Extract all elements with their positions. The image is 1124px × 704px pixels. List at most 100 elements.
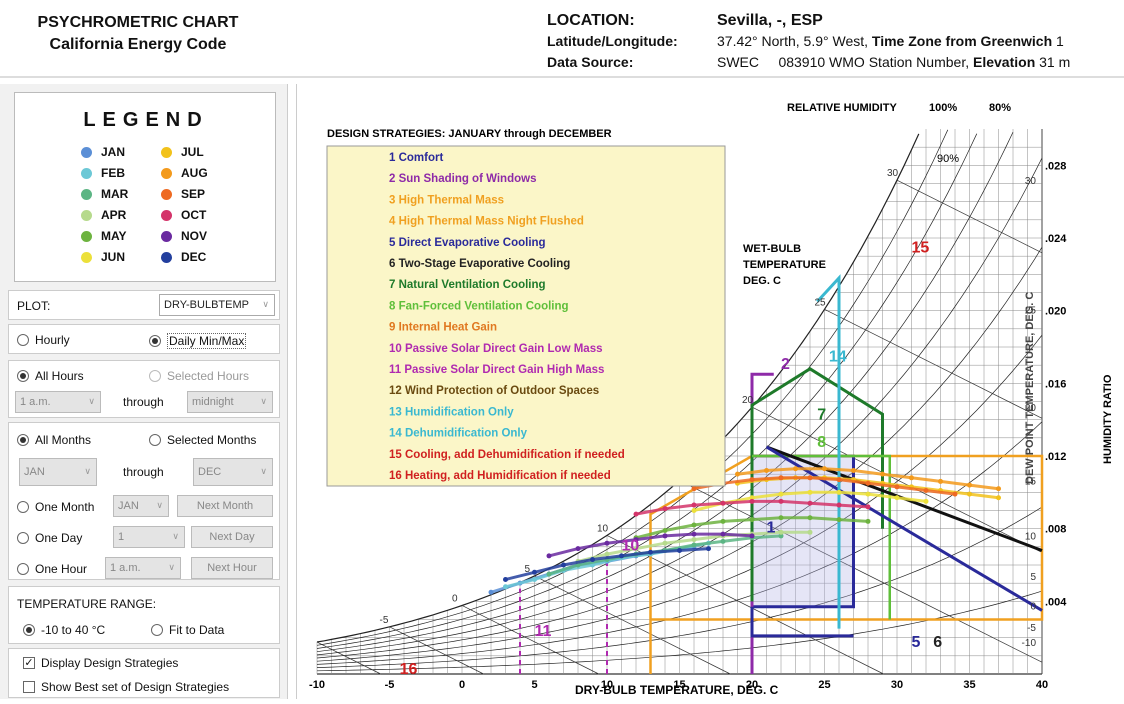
one-hour-radio[interactable]: One Hour: [17, 562, 87, 576]
selected-hours-label: Selected Hours: [167, 369, 250, 383]
zone-label-8: 8: [817, 434, 826, 451]
data-point-sep: [865, 480, 871, 486]
month-from-select[interactable]: JAN ∨: [19, 458, 97, 486]
next-hour-button[interactable]: Next Hour: [191, 557, 273, 579]
plot-select[interactable]: DRY-BULBTEMP ∨: [159, 294, 275, 316]
chart-area: -10 -5 0 5 10 15 20 25 30 35 40.004.008.012.016.02…: [296, 84, 1124, 699]
app-title: PSYCHROMETRIC CHART California Energy Co…: [8, 12, 268, 56]
radio-icon: [149, 434, 161, 446]
mode-panel: Hourly Daily Min/Max: [8, 324, 280, 354]
chevron-down-icon: ∨: [260, 466, 267, 476]
hour-from-select[interactable]: 1 a.m. ∨: [15, 391, 101, 413]
data-point-aug: [764, 468, 769, 474]
plot-label: PLOT:: [17, 299, 51, 313]
range-radio-2[interactable]: Fit to Data: [151, 623, 224, 637]
strategy-item: 2 Sun Shading of Windows: [389, 173, 536, 185]
data-point-oct: [749, 498, 755, 504]
legend-label: FEB: [101, 166, 125, 180]
data-point-apr: [778, 529, 784, 535]
latlon-value: 37.42° North, 5.9° West,: [717, 33, 869, 49]
location-info: LOCATION: Sevilla, -, ESP Latitude/Longi…: [547, 10, 1070, 73]
rh-label: RELATIVE HUMIDITY: [787, 102, 897, 114]
chevron-down-icon: ∨: [168, 562, 175, 572]
legend-label: JUL: [181, 145, 204, 159]
hour-to-value: midnight: [192, 396, 234, 408]
y-tick-label: .008: [1045, 524, 1066, 536]
month-to-select[interactable]: DEC ∨: [193, 458, 273, 486]
hourly-radio[interactable]: Hourly: [17, 333, 70, 347]
month-from-value: JAN: [24, 466, 45, 478]
strategy-item: 14 Dehumidification Only: [389, 428, 528, 440]
selected-hours-radio[interactable]: Selected Hours: [149, 369, 249, 383]
wet-bulb-line: [316, 641, 381, 675]
strategy-item: 3 High Thermal Mass: [389, 194, 504, 206]
data-point-jun: [836, 489, 842, 495]
dew-tick-label: 5: [1030, 572, 1036, 583]
strategy-item: 1 Comfort: [389, 152, 443, 164]
one-day-radio[interactable]: One Day: [17, 531, 82, 545]
strategy-item: 12 Wind Protection of Outdoor Spaces: [389, 385, 599, 397]
zone-label-16: 16: [400, 661, 418, 678]
one-hour-select[interactable]: 1 a.m. ∨: [105, 557, 181, 579]
legend-label: JUN: [101, 250, 126, 264]
next-day-button[interactable]: Next Day: [191, 526, 273, 548]
data-point-jul: [996, 495, 1001, 501]
x-tick-label: 35: [963, 679, 975, 691]
data-point-aug: [996, 486, 1001, 492]
range-radio-1[interactable]: -10 to 40 °C: [23, 623, 105, 637]
one-month-select[interactable]: JAN ∨: [113, 495, 169, 517]
legend-swatch: [161, 251, 172, 263]
data-point-apr: [662, 540, 668, 546]
data-point-may: [691, 522, 697, 528]
elev-label: Elevation: [973, 54, 1036, 70]
chart-title: DESIGN STRATEGIES: JANUARY through DECEM…: [327, 128, 612, 140]
show-best-checkbox[interactable]: Show Best set of Design Strategies: [23, 680, 229, 694]
all-months-radio[interactable]: All Months: [17, 433, 91, 447]
legend-title: LEGEND: [83, 109, 209, 131]
data-point-mar: [691, 542, 697, 548]
radio-icon: [17, 334, 29, 346]
x-tick-label: 25: [818, 679, 830, 691]
x-axis-label: DRY-BULB TEMPERATURE, DEG. C: [575, 683, 779, 697]
legend-item-jan: JAN: [81, 145, 161, 159]
data-point-sep: [778, 475, 784, 481]
wb-tick-label: -5: [380, 615, 389, 626]
data-point-sep: [894, 484, 900, 490]
one-month-radio[interactable]: One Month: [17, 500, 94, 514]
legend-item-jul: JUL: [161, 145, 241, 159]
radio-selected-icon: [17, 434, 29, 446]
wet-bulb-line: [824, 309, 1043, 419]
data-point-oct: [807, 500, 813, 506]
strategy-item: 4 High Thermal Mass Night Flushed: [389, 216, 584, 228]
tz-value: 1: [1056, 33, 1064, 49]
legend-label: OCT: [181, 208, 207, 222]
months-panel: All Months Selected Months JAN ∨ through …: [8, 422, 280, 580]
data-point-mar: [720, 538, 726, 544]
wb-label-line3: DEG. C: [743, 275, 781, 287]
legend-item-apr: APR: [81, 208, 161, 222]
daily-radio[interactable]: Daily Min/Max: [149, 333, 247, 349]
zone-label-1: 1: [767, 519, 776, 536]
data-point-oct: [633, 511, 639, 517]
dew-tick-label: 10: [1025, 531, 1037, 542]
dew-tick-label: -10: [1022, 638, 1037, 649]
one-month-value: JAN: [118, 500, 139, 512]
strategy-item: 6 Two-Stage Evaporative Cooling: [389, 258, 570, 270]
data-point-may: [778, 515, 784, 521]
data-point-sep: [952, 491, 958, 497]
one-day-select[interactable]: 1 ∨: [113, 526, 185, 548]
all-hours-radio[interactable]: All Hours: [17, 369, 84, 383]
display-strategies-checkbox[interactable]: ✓ Display Design Strategies: [23, 656, 178, 670]
legend-item-oct: OCT: [161, 208, 241, 222]
radio-icon: [151, 624, 163, 636]
next-month-button[interactable]: Next Month: [177, 495, 273, 517]
data-point-dec: [532, 569, 537, 575]
data-point-apr: [604, 551, 610, 557]
hours-panel: All Hours Selected Hours 1 a.m. ∨ through…: [8, 360, 280, 418]
wet-bulb-line: [534, 575, 731, 675]
legend-swatch: [81, 209, 92, 221]
selected-months-radio[interactable]: Selected Months: [149, 433, 256, 447]
data-point-sep: [691, 486, 697, 492]
hour-to-select[interactable]: midnight ∨: [187, 391, 273, 413]
legend-swatch: [81, 146, 92, 158]
